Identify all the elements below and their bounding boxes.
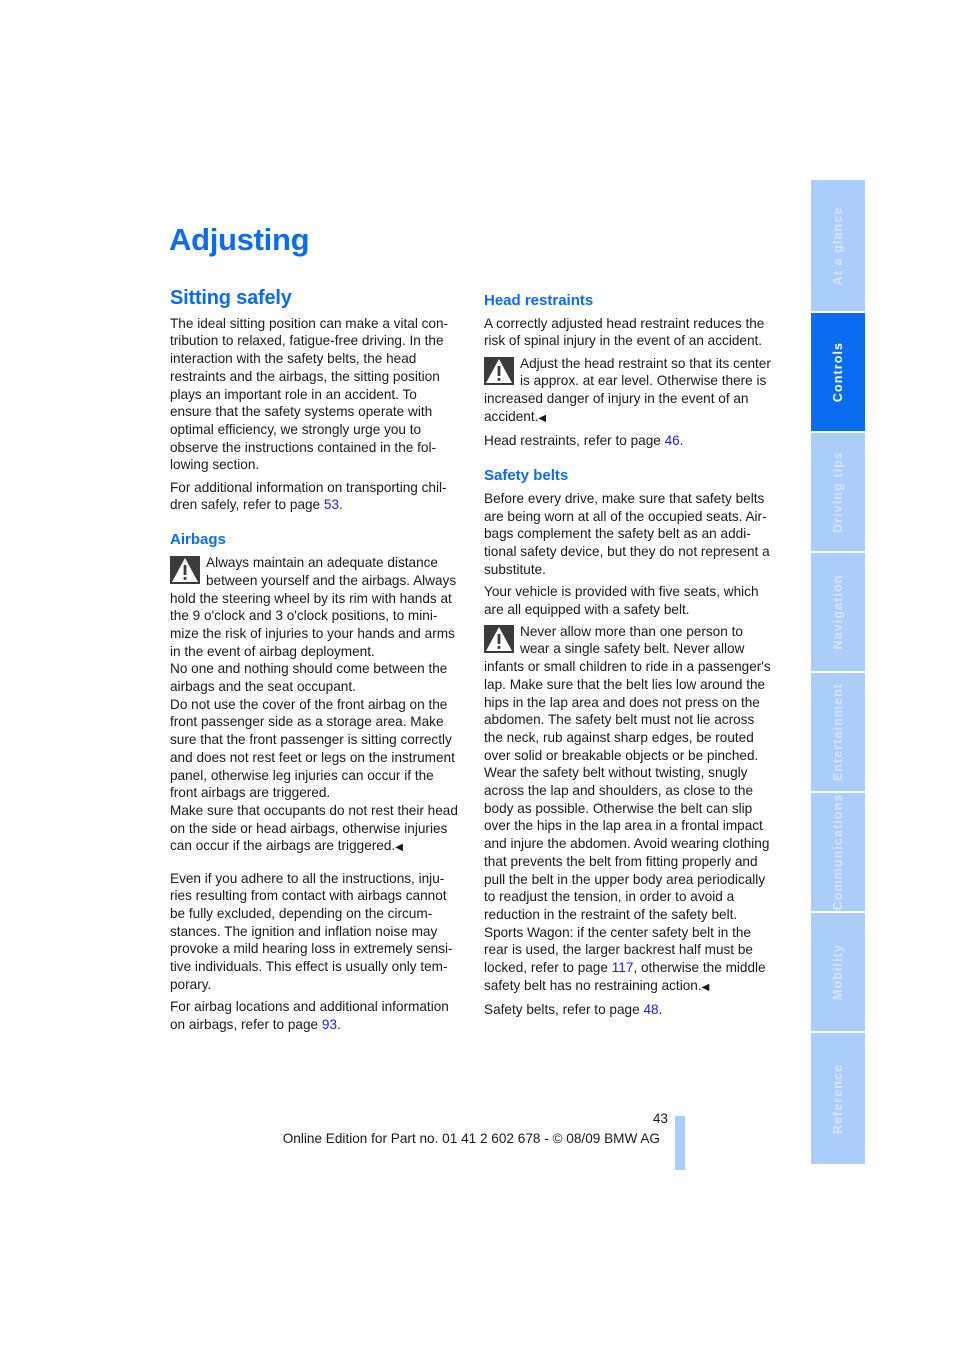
safety-belts-seats: Your vehicle is provided with five seats… xyxy=(484,583,759,617)
subsection-title-head-restraints: Head restraints xyxy=(484,292,594,309)
page-number: 43 xyxy=(652,1111,668,1126)
chapter-tab-communications[interactable]: Communications xyxy=(811,793,865,911)
chapter-tab-entertainment[interactable]: Entertainment xyxy=(811,673,865,791)
subsection-title-safety-belts: Safety belts xyxy=(484,467,569,485)
safety-belts-warning: Never allow more than one person to wear… xyxy=(484,623,771,993)
chapter-tab-controls[interactable]: Controls xyxy=(811,313,865,431)
children-reference: For additional information on transporti… xyxy=(170,479,447,513)
chapter-tab-navigation[interactable]: Navigation xyxy=(811,553,865,671)
airbags-warning: Always maintain an adequate distance bet… xyxy=(170,555,458,854)
right-column: Head restraints A correctly adjusted hea… xyxy=(484,292,776,1023)
page-link-48[interactable]: 48 xyxy=(643,1002,658,1017)
end-of-warning-marker: ◀ xyxy=(395,842,403,854)
section-title-sitting-safely: Sitting safely xyxy=(170,287,292,309)
sitting-intro: The ideal sitting position can make a vi… xyxy=(170,315,449,473)
safety-belts-intro: Before every drive, make sure that safet… xyxy=(484,490,770,577)
head-restraints-reference: Head restraints, refer to page 46. xyxy=(484,432,684,448)
end-of-warning-marker: ◀ xyxy=(538,412,547,424)
head-restraints-intro: A correctly adjusted head restraint redu… xyxy=(484,315,765,349)
footer-edition-text: Online Edition for Part no. 01 41 2 602 … xyxy=(282,1131,660,1146)
page-link-53[interactable]: 53 xyxy=(324,497,339,512)
warning-triangle-icon xyxy=(484,356,514,385)
chapter-tab-at-a-glance[interactable]: At a glance xyxy=(811,180,865,311)
airbags-reference: For airbag locations and additional info… xyxy=(170,999,449,1032)
head-restraints-warning: Adjust the head restraint so that its ce… xyxy=(484,355,771,424)
airbags-note: Even if you adhere to all the instructio… xyxy=(170,870,453,992)
chapter-tabs: At a glance Controls Driving tips Naviga… xyxy=(811,180,865,1166)
page-link-93[interactable]: 93 xyxy=(322,1017,337,1032)
page-link-46[interactable]: 46 xyxy=(665,433,680,448)
warning-triangle-icon xyxy=(484,624,514,653)
safety-belts-reference: Safety belts, refer to page 48. xyxy=(484,1002,663,1018)
end-of-warning-marker: ◀ xyxy=(701,981,710,993)
chapter-tab-reference[interactable]: Reference xyxy=(811,1033,865,1164)
page-marker-bar xyxy=(675,1116,685,1170)
chapter-tab-driving-tips[interactable]: Driving tips xyxy=(811,433,865,551)
left-column: Sitting safely The ideal sitting positio… xyxy=(170,287,462,1038)
page-title: Adjusting xyxy=(169,222,310,257)
warning-triangle-icon xyxy=(170,556,200,585)
chapter-tab-mobility[interactable]: Mobility xyxy=(811,913,865,1031)
page-link-117[interactable]: 117 xyxy=(612,960,634,975)
subsection-title-airbags: Airbags xyxy=(170,531,226,549)
